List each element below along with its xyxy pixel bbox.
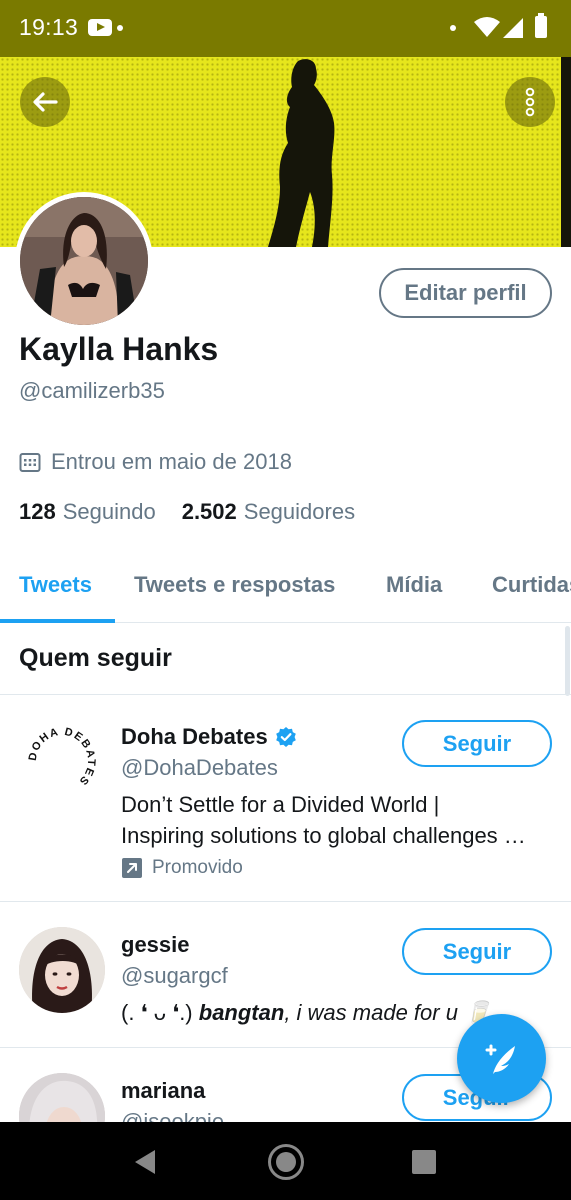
follow-button[interactable]: Seguir [402,720,552,767]
suggestion-name-text: gessie [121,932,190,957]
suggestion-bio: Don’t Settle for a Divided World | Inspi… [121,789,556,851]
tab-likes[interactable]: Curtidas [492,572,571,598]
suggestion-name-text: Doha Debates [121,724,268,749]
silhouette-figure [268,59,335,247]
nav-back-icon[interactable] [133,1149,157,1175]
suggestion-avatar[interactable]: DOHA DEBATES [19,718,105,804]
following-count: 128 [19,499,56,524]
profile-display-name: Kaylla Hanks [19,331,219,367]
suggestion-card[interactable]: DOHA DEBATES Doha Debates @DohaDebates D… [0,695,571,901]
joined-date-text: Entrou em maio de 2018 [51,449,292,474]
nav-recents-icon[interactable] [412,1150,436,1174]
doha-debates-logo: DOHA DEBATES [27,726,97,788]
edit-profile-button[interactable]: Editar perfil [379,268,552,318]
promoted-text: Promovido [152,857,243,878]
followers-label: Seguidores [243,499,356,524]
promoted-arrow-icon [122,858,142,878]
suggestion-bio-prefix: (. ❛ ᴗ ❛.) [121,1000,199,1025]
avatar-photo [19,927,105,1013]
compose-tweet-icon [485,1044,515,1074]
tab-tweets-and-replies[interactable]: Tweets e respostas [134,572,335,598]
tab-media[interactable]: Mídia [386,572,442,598]
back-button[interactable] [20,77,70,127]
who-to-follow-title: Quem seguir [19,644,172,672]
status-time: 19:13 [19,14,79,40]
suggestion-name: gessie [121,932,190,958]
nav-home-icon[interactable] [268,1144,304,1180]
verified-badge-icon [275,727,296,747]
notification-dot-icon [450,25,456,31]
avatar-photo [20,197,148,325]
follow-button[interactable]: Seguir [402,928,552,975]
suggestion-bio-bold: bangtan [198,1000,285,1025]
navigation-bar [0,1122,571,1200]
profile-tabs: Tweets Tweets e respostas Mídia Curtidas [0,548,571,623]
status-bar: 19:13 [0,0,571,57]
suggestion-bio-line: Inspiring solutions to global challenges… [121,823,526,848]
arrow-left-icon [33,92,58,112]
more-options-button[interactable] [505,77,555,127]
followers-count: 2.502 [181,499,237,524]
scrollbar[interactable] [565,626,570,696]
suggestion-avatar[interactable] [19,1073,105,1122]
more-vertical-icon [525,87,535,117]
joined-date: Entrou em maio de 2018 [19,449,292,475]
following-label: Seguindo [62,499,156,524]
promoted-label: Promovido [121,857,243,879]
suggestion-handle: @iseokpie [121,1109,225,1122]
suggestion-handle: @sugargcf [121,963,228,988]
suggestion-name-text: mariana [121,1078,206,1103]
youtube-notification-icon [88,19,112,36]
cell-signal-icon [503,18,523,38]
profile-avatar[interactable] [15,192,153,330]
active-tab-indicator [0,619,115,623]
followers-link[interactable]: 2.502 Seguidores [182,499,355,525]
battery-icon [535,13,547,38]
avatar-photo [19,1073,105,1122]
doha-logo-text: DOHA DEBATES [27,726,96,788]
following-link[interactable]: 128 Seguindo [19,499,156,525]
profile-handle: @camilizerb35 [19,378,165,403]
suggestion-bio-line: Don’t Settle for a Divided World | [121,792,440,817]
suggestion-bio-rest: , i was made for u 🥛 [284,1000,492,1025]
compose-tweet-button[interactable] [457,1014,546,1103]
svg-text:DOHA DEBATES: DOHA DEBATES [27,726,97,788]
suggestion-name: Doha Debates [121,724,297,750]
calendar-icon [19,453,41,472]
suggestion-name: mariana [121,1078,205,1104]
follow-counts: 128 Seguindo 2.502 Seguidores [19,499,355,525]
tab-tweets[interactable]: Tweets [19,572,92,598]
suggestion-handle: @DohaDebates [121,755,278,780]
suggestion-avatar[interactable] [19,927,105,1013]
wifi-icon [474,17,500,37]
notification-dot-icon [117,25,123,31]
